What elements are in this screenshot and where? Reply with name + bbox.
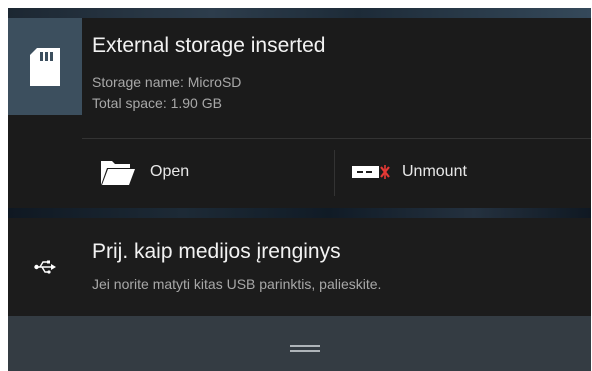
- unmount-button[interactable]: Unmount: [352, 140, 582, 204]
- drag-handle-line: [290, 350, 320, 352]
- storage-notification[interactable]: External storage inserted Storage name: …: [8, 18, 591, 208]
- usb-notification[interactable]: Prij. kaip medijos įrenginys Jei norite …: [8, 218, 591, 316]
- shade-footer: [8, 316, 591, 371]
- usb-notification-title: Prij. kaip medijos įrenginys: [92, 240, 341, 263]
- storage-name-text: Storage name: MicroSD: [92, 74, 242, 90]
- sd-card-icon: [30, 47, 60, 86]
- wallpaper-gap: [8, 208, 591, 218]
- unmount-button-label: Unmount: [402, 163, 467, 180]
- total-space-text: Total space: 1.90 GB: [92, 95, 222, 111]
- actions-divider: [82, 138, 591, 139]
- drag-handle-line: [290, 345, 320, 347]
- open-button[interactable]: Open: [100, 140, 330, 204]
- storage-icon-tile: [8, 18, 82, 115]
- storage-notification-title: External storage inserted: [92, 34, 326, 57]
- usb-icon: [34, 260, 56, 274]
- open-button-label: Open: [150, 163, 190, 180]
- unmount-icon: [352, 165, 390, 179]
- drag-handle[interactable]: [290, 345, 320, 353]
- usb-icon-tile: [8, 218, 82, 316]
- actions-separator: [334, 150, 335, 196]
- folder-icon: [101, 161, 135, 185]
- usb-notification-text: Jei norite matyti kitas USB parinktis, p…: [92, 276, 382, 292]
- wallpaper-strip: [8, 8, 591, 18]
- notification-shade: External storage inserted Storage name: …: [8, 8, 591, 371]
